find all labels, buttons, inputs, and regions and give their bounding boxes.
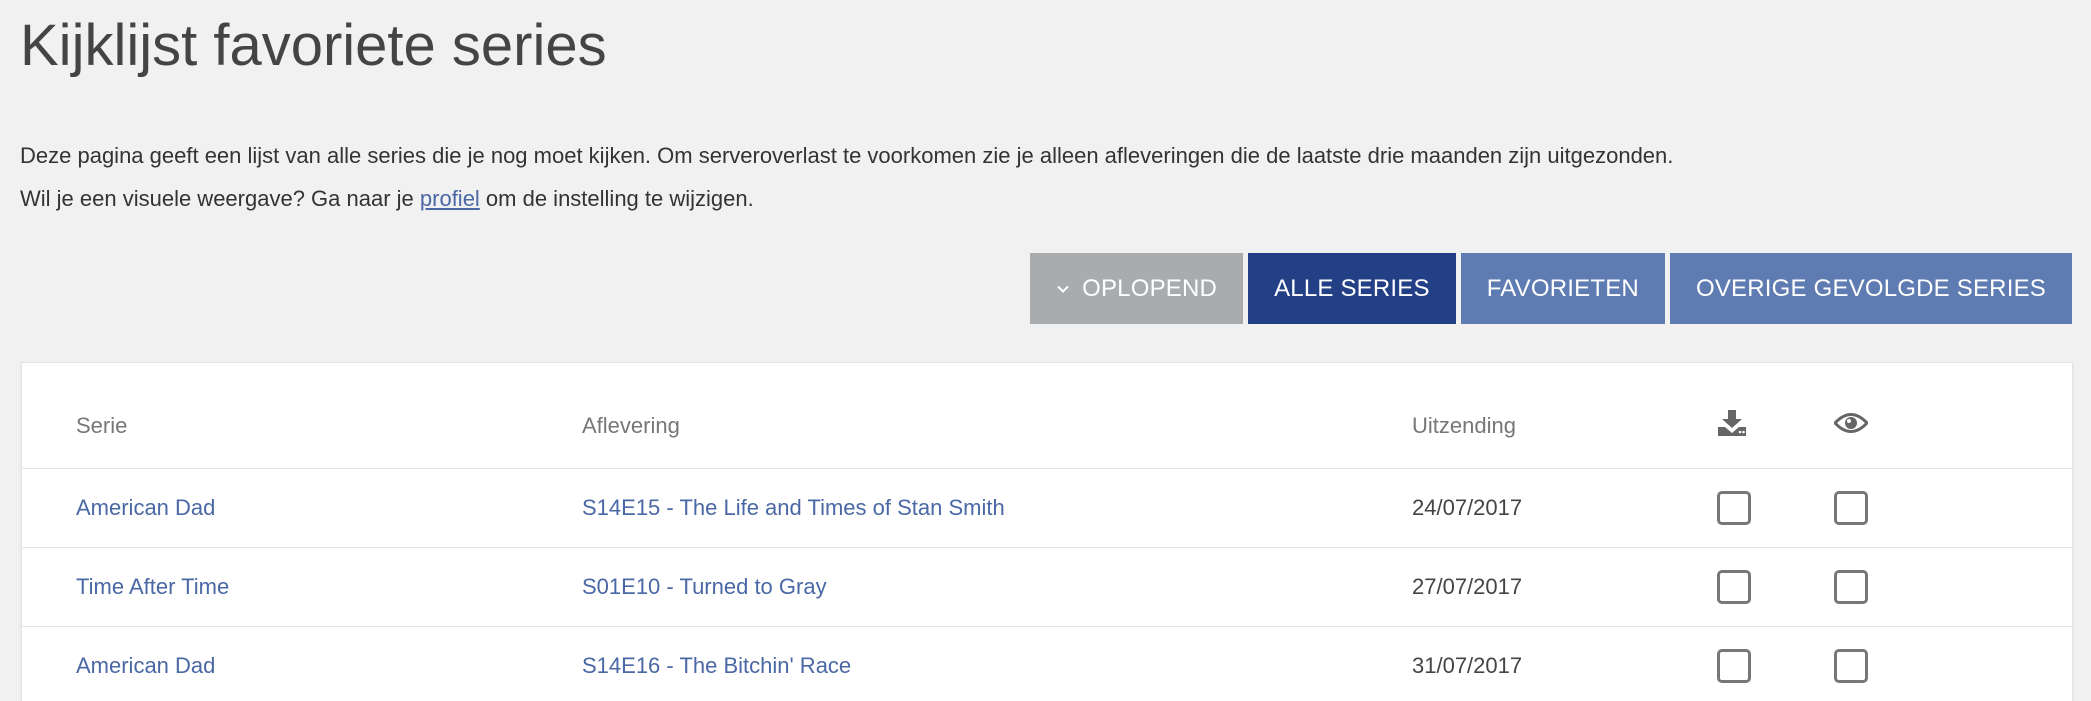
tab-favorites[interactable]: FAVORIETEN xyxy=(1460,253,1665,324)
watchlist-card: Serie Aflevering Uitzending American Dad… xyxy=(21,362,2073,701)
episode-link[interactable]: S01E10 - Turned to Gray xyxy=(582,574,827,599)
page: Kijklijst favoriete series Deze pagina g… xyxy=(0,0,2091,701)
page-title: Kijklijst favoriete series xyxy=(20,13,607,78)
watched-checkbox[interactable] xyxy=(1834,648,1868,683)
airdate: 27/07/2017 xyxy=(1412,547,1706,627)
serie-link[interactable]: American Dad xyxy=(76,653,215,678)
sort-order-button[interactable]: OPLOPEND xyxy=(1030,253,1244,324)
intro-text: Deze pagina geeft een lijst van alle ser… xyxy=(20,134,1673,220)
episode-link[interactable]: S14E16 - The Bitchin' Race xyxy=(582,653,851,678)
intro-line-2: Wil je een visuele weergave? Ga naar je … xyxy=(20,177,1673,220)
column-header-episode: Aflevering xyxy=(582,363,1412,469)
table-row: Time After Time S01E10 - Turned to Gray … xyxy=(22,547,2072,627)
downloaded-checkbox[interactable] xyxy=(1717,648,1751,683)
downloaded-checkbox[interactable] xyxy=(1717,490,1751,525)
column-header-watched xyxy=(1832,363,2072,469)
table-row: American Dad S14E16 - The Bitchin' Race … xyxy=(22,626,2072,701)
eye-icon xyxy=(1832,413,1870,434)
serie-link[interactable]: Time After Time xyxy=(76,574,229,599)
serie-link[interactable]: American Dad xyxy=(76,495,215,520)
intro-line-2-before: Wil je een visuele weergave? Ga naar je xyxy=(20,186,420,211)
column-header-airdate: Uitzending xyxy=(1412,363,1706,469)
episode-link[interactable]: S14E15 - The Life and Times of Stan Smit… xyxy=(582,495,1005,520)
table-row: American Dad S14E15 - The Life and Times… xyxy=(22,468,2072,548)
watched-checkbox[interactable] xyxy=(1834,569,1868,604)
tab-all-series[interactable]: ALLE SERIES xyxy=(1248,253,1456,324)
downloaded-checkbox[interactable] xyxy=(1717,569,1751,604)
chevron-down-icon xyxy=(1057,285,1069,293)
download-icon xyxy=(1718,410,1746,437)
airdate: 31/07/2017 xyxy=(1412,626,1706,701)
column-header-serie: Serie xyxy=(22,363,582,469)
watched-checkbox[interactable] xyxy=(1834,490,1868,525)
toolbar: OPLOPEND ALLE SERIES FAVORIETEN OVERIGE … xyxy=(1030,253,2072,324)
watchlist-table: Serie Aflevering Uitzending American Dad… xyxy=(22,363,2072,701)
sort-order-label: OPLOPEND xyxy=(1082,274,1218,302)
table-header-row: Serie Aflevering Uitzending xyxy=(22,363,2072,469)
column-header-downloaded xyxy=(1706,363,1834,469)
airdate: 24/07/2017 xyxy=(1412,468,1706,548)
intro-line-2-after: om de instelling te wijzigen. xyxy=(479,186,754,211)
intro-line-1: Deze pagina geeft een lijst van alle ser… xyxy=(20,143,1674,168)
tab-other-followed-series[interactable]: OVERIGE GEVOLGDE SERIES xyxy=(1669,253,2072,324)
profile-link[interactable]: profiel xyxy=(420,186,480,211)
